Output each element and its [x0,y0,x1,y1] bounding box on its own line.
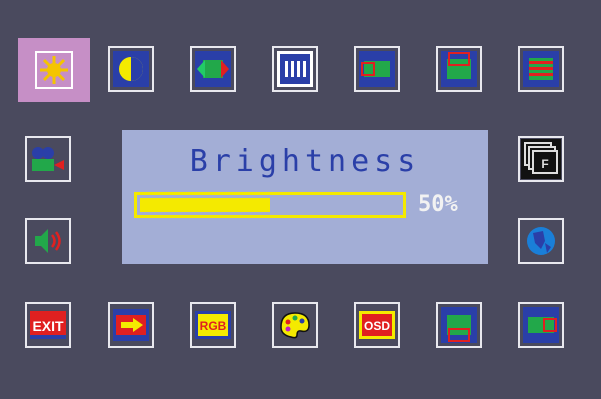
horizontal-size-tile[interactable] [190,46,236,92]
exit-icon: EXIT [30,311,66,339]
brightness-panel: Brightness 50% [122,130,488,264]
speaker-icon [35,229,61,253]
moire-tile[interactable] [272,46,318,92]
window-stack-icon: F [521,139,561,179]
vertical-position-icon [441,51,477,87]
next-tile[interactable] [108,302,154,348]
horizontal-position-icon [359,51,395,87]
arrow-right-icon [113,309,149,341]
sun-icon [35,51,73,89]
pincushion-tile[interactable] [518,46,564,92]
slider-fill [140,198,270,212]
recall-tile[interactable] [518,302,564,348]
pincushion-icon [523,51,559,87]
brightness-slider[interactable] [134,192,406,218]
brightness-tile[interactable] [18,38,90,102]
exit-label: EXIT [32,318,64,334]
globe-icon [527,227,555,255]
vertical-position-tile[interactable] [436,46,482,92]
osd-tile[interactable]: OSD [354,302,400,348]
svg-text:F: F [541,157,548,171]
color-tile[interactable] [272,302,318,348]
camera-icon [32,147,64,171]
display-mode-tile[interactable]: F [518,136,564,182]
horizontal-size-icon [195,51,231,87]
rgb-icon: RGB [195,311,231,339]
value-readout: 50% [418,192,458,217]
language-tile[interactable] [518,218,564,264]
horizontal-position-tile[interactable] [354,46,400,92]
reset-icon [523,307,559,343]
rgb-tile[interactable]: RGB [190,302,236,348]
osd-label: OSD [364,319,390,333]
setting-title: Brightness [189,144,421,179]
osd-icon: OSD [359,311,395,339]
contrast-tile[interactable] [108,46,154,92]
moire-icon [277,51,313,87]
osd-menu: F Brightness 50% EXIT RGB OSD [0,0,601,399]
video-tile[interactable] [25,136,71,182]
contrast-icon [113,51,149,87]
palette-icon [280,312,310,339]
exit-tile[interactable]: EXIT [25,302,71,348]
vertical-size-tile[interactable] [436,302,482,348]
volume-tile[interactable] [25,218,71,264]
vertical-size-icon [441,307,477,343]
rgb-label: RGB [200,319,227,333]
